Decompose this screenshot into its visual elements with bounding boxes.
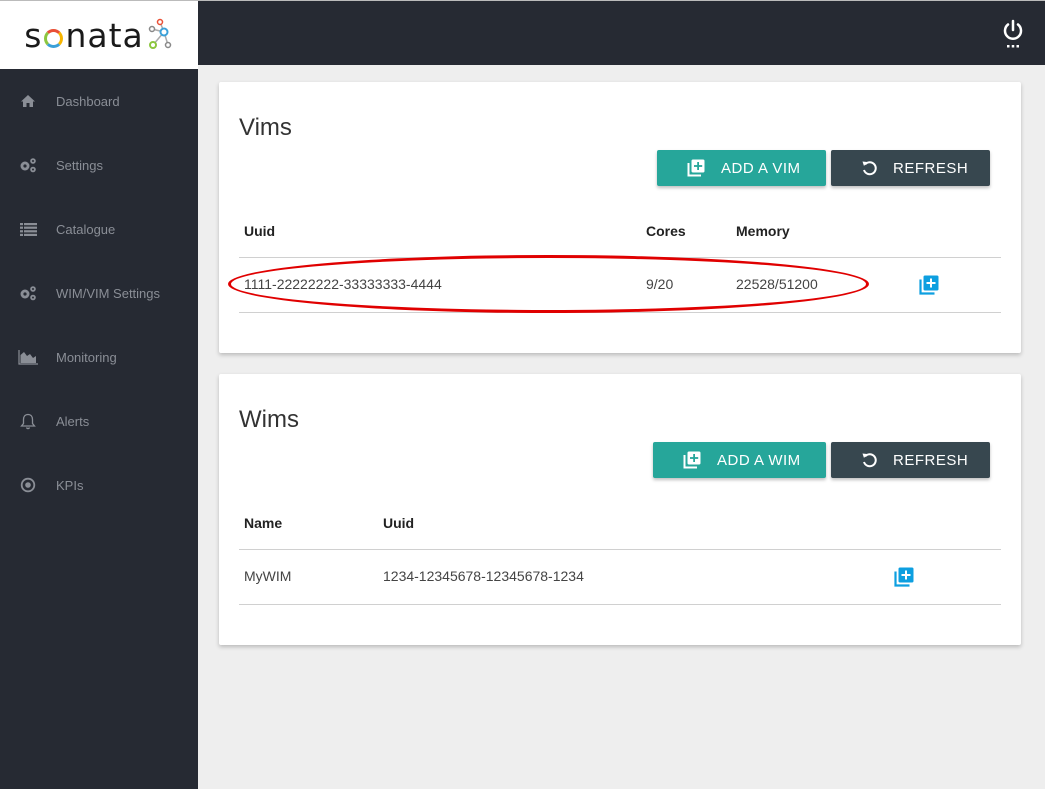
sidebar-item-label: Settings <box>56 157 103 173</box>
sidebar-item-label: Catalogue <box>56 221 116 237</box>
table-divider <box>239 549 1001 550</box>
wim-name: MyWIM <box>244 568 292 584</box>
target-icon <box>0 477 56 493</box>
home-icon <box>0 94 56 108</box>
logo-text-prefix: s <box>24 15 43 55</box>
refresh-vims-label: REFRESH <box>893 159 969 177</box>
library-add-icon <box>687 159 705 177</box>
logo-text-suffix: nata <box>65 15 144 55</box>
power-button[interactable] <box>1001 19 1025 49</box>
library-add-icon <box>683 451 701 469</box>
sidebar-item-label: WIM/VIM Settings <box>56 285 161 301</box>
network-nodes-icon <box>148 18 171 49</box>
table-divider <box>239 604 1001 605</box>
library-add-icon <box>919 275 939 295</box>
refresh-icon <box>861 452 877 468</box>
wim-uuid: 1234-12345678-12345678-1234 <box>383 568 584 584</box>
column-header-memory: Memory <box>736 223 790 239</box>
wims-title: Wims <box>239 406 299 433</box>
sidebar-item-dashboard[interactable]: Dashboard <box>0 69 198 133</box>
vims-card: Vims ADD A VIM REFRESH Uuid Cores Memory… <box>219 82 1021 353</box>
wims-card: Wims ADD A WIM REFRESH Name Uuid MyWIM 1… <box>219 374 1021 645</box>
sidebar-item-monitoring[interactable]: Monitoring <box>0 325 198 389</box>
gears-icon <box>0 157 56 173</box>
add-wim-button[interactable]: ADD A WIM <box>653 442 826 478</box>
add-vim-label: ADD A VIM <box>721 159 801 177</box>
sidebar-item-catalogue[interactable]: Catalogue <box>0 197 198 261</box>
gears-icon <box>0 285 56 301</box>
top-bar <box>198 0 1045 65</box>
sidebar-item-settings[interactable]: Settings <box>0 133 198 197</box>
add-vim-button[interactable]: ADD A VIM <box>657 150 826 186</box>
sidebar-item-kpis[interactable]: KPIs <box>0 453 198 517</box>
bell-icon <box>0 413 56 430</box>
table-divider <box>239 257 1001 258</box>
sonata-logo[interactable]: s nata <box>0 0 198 69</box>
sidebar-item-label: Dashboard <box>56 93 120 109</box>
refresh-wims-label: REFRESH <box>893 451 969 469</box>
column-header-name: Name <box>244 515 283 531</box>
column-header-cores: Cores <box>646 223 686 239</box>
vim-memory: 22528/51200 <box>736 276 818 292</box>
vim-uuid: 1111-22222222-33333333-4444 <box>244 276 442 292</box>
vim-row-add-button[interactable] <box>919 275 939 300</box>
sidebar-item-label: KPIs <box>56 477 84 493</box>
add-wim-label: ADD A WIM <box>717 451 801 469</box>
vims-title: Vims <box>239 114 292 141</box>
sidebar-item-alerts[interactable]: Alerts <box>0 389 198 453</box>
refresh-wims-button[interactable]: REFRESH <box>831 442 990 478</box>
table-divider <box>239 312 1001 313</box>
refresh-vims-button[interactable]: REFRESH <box>831 150 990 186</box>
column-header-uuid: Uuid <box>244 223 276 239</box>
area-chart-icon <box>0 349 56 365</box>
refresh-icon <box>861 160 877 176</box>
vim-cores: 9/20 <box>646 276 674 292</box>
sidebar: s nata Dashboard Settings Catalogue WIM/… <box>0 0 198 789</box>
sidebar-item-wim-vim-settings[interactable]: WIM/VIM Settings <box>0 261 198 325</box>
library-add-icon <box>894 567 914 587</box>
wim-row-add-button[interactable] <box>894 567 914 592</box>
sidebar-nav: Dashboard Settings Catalogue WIM/VIM Set… <box>0 69 198 517</box>
sidebar-item-label: Alerts <box>56 413 90 429</box>
column-header-uuid: Uuid <box>383 515 415 531</box>
power-icon <box>1003 19 1023 48</box>
list-icon <box>0 222 56 236</box>
sidebar-item-label: Monitoring <box>56 349 117 365</box>
logo-ring-icon <box>44 28 64 48</box>
